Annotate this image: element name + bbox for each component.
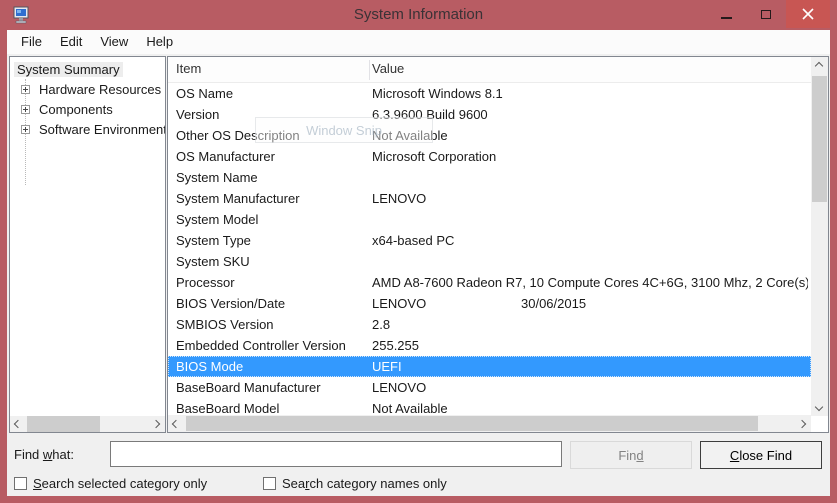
table-row[interactable]: System ManufacturerLENOVO	[168, 188, 811, 209]
expand-plus-icon[interactable]	[21, 105, 30, 114]
table-row[interactable]: Embedded Controller Version255.255	[168, 335, 811, 356]
row-value: LENOVO	[372, 377, 808, 398]
tree-item-label: Components	[36, 102, 116, 117]
table-row[interactable]: System SKU	[168, 251, 811, 272]
table-vertical-scrollbar[interactable]	[811, 57, 828, 416]
search-selected-category-checkbox[interactable]: Search selected category only	[14, 476, 207, 491]
minimize-button[interactable]	[706, 0, 746, 28]
tree-item-system-summary[interactable]: System Summary	[14, 60, 123, 79]
column-header-value[interactable]: Value	[372, 61, 404, 76]
maximize-icon	[761, 10, 771, 19]
row-item: BIOS Version/Date	[176, 293, 368, 314]
table-header: Item Value	[168, 57, 811, 83]
scroll-up-icon[interactable]	[815, 62, 823, 70]
row-value: 2.8	[372, 314, 808, 335]
scrollbar-thumb[interactable]	[27, 416, 100, 432]
table-row[interactable]: SMBIOS Version2.8	[168, 314, 811, 335]
row-value: 6.3.9600 Build 9600	[372, 104, 808, 125]
checkbox-label: Search category names only	[282, 476, 447, 491]
expand-plus-icon[interactable]	[21, 85, 30, 94]
scroll-left-icon[interactable]	[172, 420, 180, 428]
row-item: OS Manufacturer	[176, 146, 368, 167]
minimize-icon	[721, 17, 732, 19]
find-what-label: Find what:	[14, 447, 74, 462]
column-divider[interactable]	[369, 60, 370, 80]
tree-horizontal-scrollbar[interactable]	[10, 416, 165, 432]
category-tree-pane: System Summary Hardware Resources Compon…	[9, 56, 166, 433]
row-value: LENOVO	[372, 188, 808, 209]
menu-bar: File Edit View Help	[7, 30, 830, 54]
row-item: System Model	[176, 209, 368, 230]
row-item: System Name	[176, 167, 368, 188]
row-value: UEFI	[372, 356, 808, 377]
row-value-date: 30/06/2015	[521, 293, 586, 314]
row-value: Not Available	[372, 398, 808, 415]
find-input[interactable]	[110, 441, 562, 467]
scroll-left-icon[interactable]	[14, 420, 22, 428]
scroll-right-icon[interactable]	[798, 420, 806, 428]
maximize-button[interactable]	[746, 0, 786, 28]
menu-edit[interactable]: Edit	[51, 30, 91, 54]
find-button[interactable]: Find	[570, 441, 692, 469]
window-snip-ghost: Window Snip	[255, 117, 433, 143]
close-find-button[interactable]: Close Find	[700, 441, 822, 469]
row-item: BaseBoard Manufacturer	[176, 377, 368, 398]
scrollbar-thumb[interactable]	[186, 416, 758, 431]
row-item: System Type	[176, 230, 368, 251]
table-row[interactable]: OS NameMicrosoft Windows 8.1	[168, 83, 811, 104]
table-horizontal-scrollbar[interactable]	[168, 415, 811, 432]
tree-item-label: Software Environment	[36, 122, 166, 137]
close-button[interactable]	[786, 0, 830, 28]
row-value: 255.255	[372, 335, 808, 356]
table-row[interactable]: ProcessorAMD A8-7600 Radeon R7, 10 Compu…	[168, 272, 811, 293]
row-item: SMBIOS Version	[176, 314, 368, 335]
table-row[interactable]: BaseBoard ModelNot Available	[168, 398, 811, 415]
menu-help[interactable]: Help	[137, 30, 182, 54]
tree-item-software-environment[interactable]: Software Environment	[36, 120, 166, 139]
column-header-item[interactable]: Item	[176, 61, 201, 76]
row-value: Not Available	[372, 125, 808, 146]
expand-plus-icon[interactable]	[21, 125, 30, 134]
system-information-window: System Information File Edit View Help S…	[0, 0, 837, 503]
tree-item-label: Hardware Resources	[36, 82, 164, 97]
table-row[interactable]: System Name	[168, 167, 811, 188]
row-value: Microsoft Windows 8.1	[372, 83, 808, 104]
row-item: System SKU	[176, 251, 368, 272]
scroll-right-icon[interactable]	[152, 420, 160, 428]
titlebar[interactable]: System Information	[0, 0, 837, 30]
checkbox-label: Search selected category only	[33, 476, 207, 491]
row-value: AMD A8-7600 Radeon R7, 10 Compute Cores …	[372, 272, 808, 293]
checkbox-icon[interactable]	[263, 477, 276, 490]
close-icon	[802, 8, 814, 20]
row-item: Processor	[176, 272, 368, 293]
table-row[interactable]: OS ManufacturerMicrosoft Corporation	[168, 146, 811, 167]
row-item: BaseBoard Model	[176, 398, 368, 415]
row-item: System Manufacturer	[176, 188, 368, 209]
table-row[interactable]: System Typex64-based PC	[168, 230, 811, 251]
search-category-names-checkbox[interactable]: Search category names only	[263, 476, 447, 491]
scroll-down-icon[interactable]	[815, 403, 823, 411]
row-item: Embedded Controller Version	[176, 335, 368, 356]
row-item: BIOS Mode	[176, 356, 368, 377]
tree-item-components[interactable]: Components	[36, 100, 116, 119]
tree-item-hardware-resources[interactable]: Hardware Resources	[36, 80, 164, 99]
row-value: LENOVO	[372, 293, 808, 314]
table-row-selected[interactable]: BIOS ModeUEFI	[168, 356, 811, 377]
menu-view[interactable]: View	[91, 30, 137, 54]
table-row[interactable]: BaseBoard ManufacturerLENOVO	[168, 377, 811, 398]
row-item: OS Name	[176, 83, 368, 104]
checkbox-icon[interactable]	[14, 477, 27, 490]
menu-file[interactable]: File	[12, 30, 51, 54]
table-row[interactable]: System Model	[168, 209, 811, 230]
row-value: Microsoft Corporation	[372, 146, 808, 167]
row-value: x64-based PC	[372, 230, 808, 251]
table-row[interactable]: BIOS Version/DateLENOVO30/06/2015	[168, 293, 811, 314]
scrollbar-thumb[interactable]	[812, 76, 827, 202]
tree-item-label: System Summary	[14, 62, 123, 77]
details-pane: Item Value OS NameMicrosoft Windows 8.1 …	[167, 56, 829, 433]
